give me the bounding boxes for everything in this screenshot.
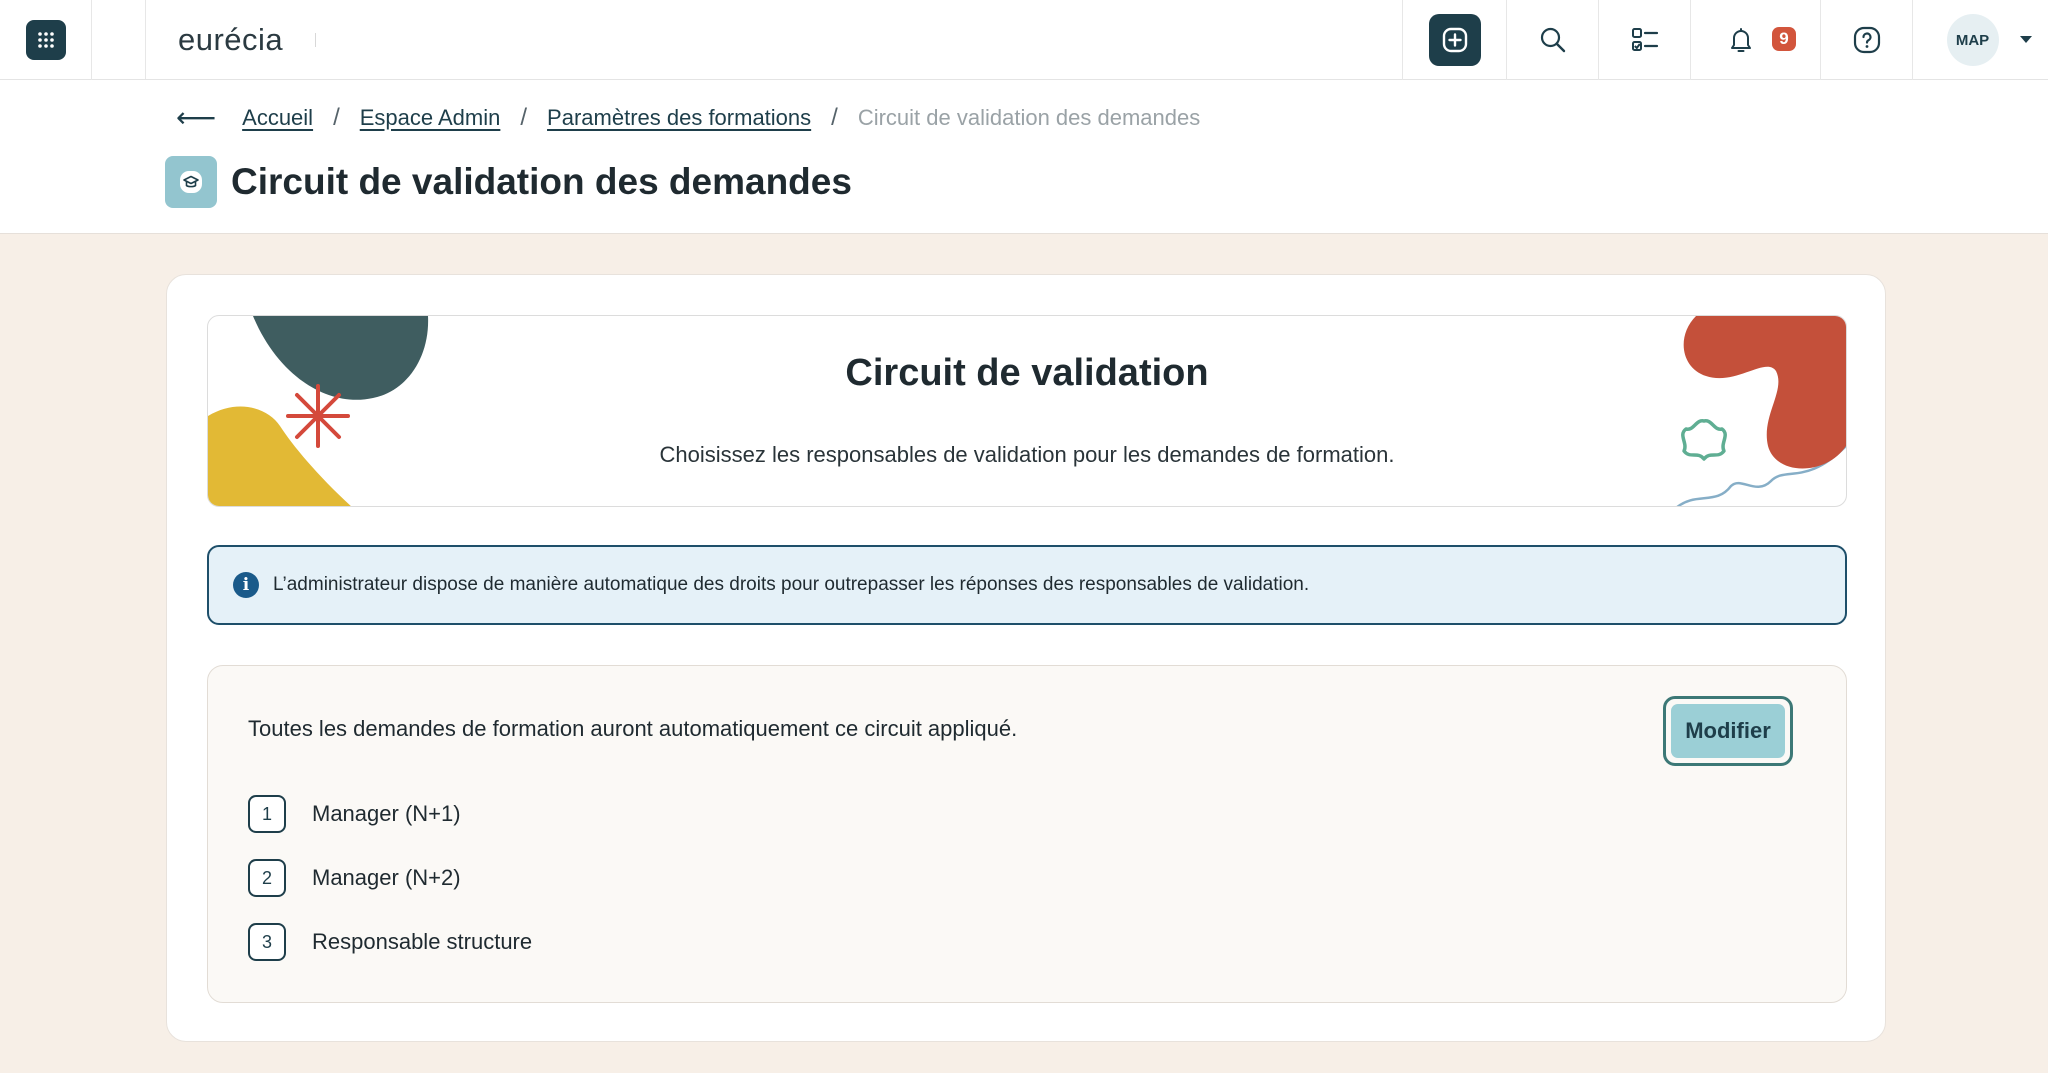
brand-logo[interactable]: eurécia [178,22,283,58]
hero-subtitle: Choisissez les responsables de validatio… [659,442,1395,467]
graduation-cap-icon [165,156,217,208]
step-number: 1 [248,795,286,833]
list-item: 1 Manager (N+1) [248,794,532,834]
decorative-shapes-right [1676,316,1846,506]
validation-circuit-panel: Toutes les demandes de formation auront … [207,665,1847,1003]
breadcrumb-separator: / [520,104,528,131]
list-item: 2 Manager (N+2) [248,858,532,898]
logo-area: eurécia [146,0,1402,79]
decorative-shapes-left [208,316,429,506]
breadcrumb: ⟵ Accueil / Espace Admin / Paramètres de… [176,102,1200,134]
chevron-down-icon [2020,36,2032,43]
page-header: ⟵ Accueil / Espace Admin / Paramètres de… [0,80,2048,234]
hero-title: Circuit de validation [845,352,1209,394]
step-label: Responsable structure [312,929,533,954]
plus-square-icon [1442,27,1467,53]
breadcrumb-espace-admin[interactable]: Espace Admin [360,105,501,131]
user-menu-button[interactable]: MAP [1912,0,2048,80]
search-button[interactable] [1506,0,1598,80]
validation-steps-list: 1 Manager (N+1) 2 Manager (N+2) 3 Respon… [248,794,532,986]
modify-button-focus-ring: Modifier [1663,696,1793,766]
apps-grid-icon [37,32,54,48]
notifications-button[interactable]: 9 [1690,0,1820,80]
breadcrumb-accueil[interactable]: Accueil [242,105,313,131]
search-icon [1540,27,1565,53]
step-label: Manager (N+1) [312,801,461,826]
help-button[interactable] [1820,0,1912,80]
list-item: 3 Responsable structure [248,922,532,962]
breadcrumb-separator: / [831,104,838,131]
info-text: L’administrateur dispose de manière auto… [273,574,1310,595]
logo-divider [315,32,317,47]
breadcrumb-current: Circuit de validation des demandes [857,105,1201,130]
help-icon [1853,26,1880,54]
add-button[interactable] [1428,14,1481,66]
hero-banner: Circuit de validation Choisissez les res… [207,315,1847,507]
tasks-button[interactable] [1598,0,1690,80]
apps-cell [0,0,92,80]
topbar-spacer [92,0,146,79]
checklist-icon [1631,28,1658,51]
arrow-left-icon[interactable]: ⟵ [176,104,216,132]
main-card: Circuit de validation Choisissez les res… [166,274,1886,1042]
page-title: Circuit de validation des demandes [231,161,852,202]
add-cell [1402,0,1506,80]
avatar: MAP [1946,14,1999,66]
title-row: Circuit de validation des demandes [165,156,852,208]
modify-button[interactable]: Modifier [1671,704,1785,758]
info-banner: i L’administrateur dispose de manière au… [207,545,1847,625]
notification-badge: 9 [1772,27,1796,51]
top-bar: eurécia 9 MAP [0,0,2048,80]
circuit-description: Toutes les demandes de formation auront … [248,716,1018,741]
step-number: 2 [248,859,286,897]
bell-icon [1730,28,1751,52]
info-icon: i [233,572,259,598]
apps-grid-button[interactable] [25,20,66,60]
breadcrumb-separator: / [333,104,340,131]
step-number: 3 [248,923,286,961]
step-label: Manager (N+2) [312,865,461,890]
breadcrumb-parametres-formations[interactable]: Paramètres des formations [547,105,811,131]
